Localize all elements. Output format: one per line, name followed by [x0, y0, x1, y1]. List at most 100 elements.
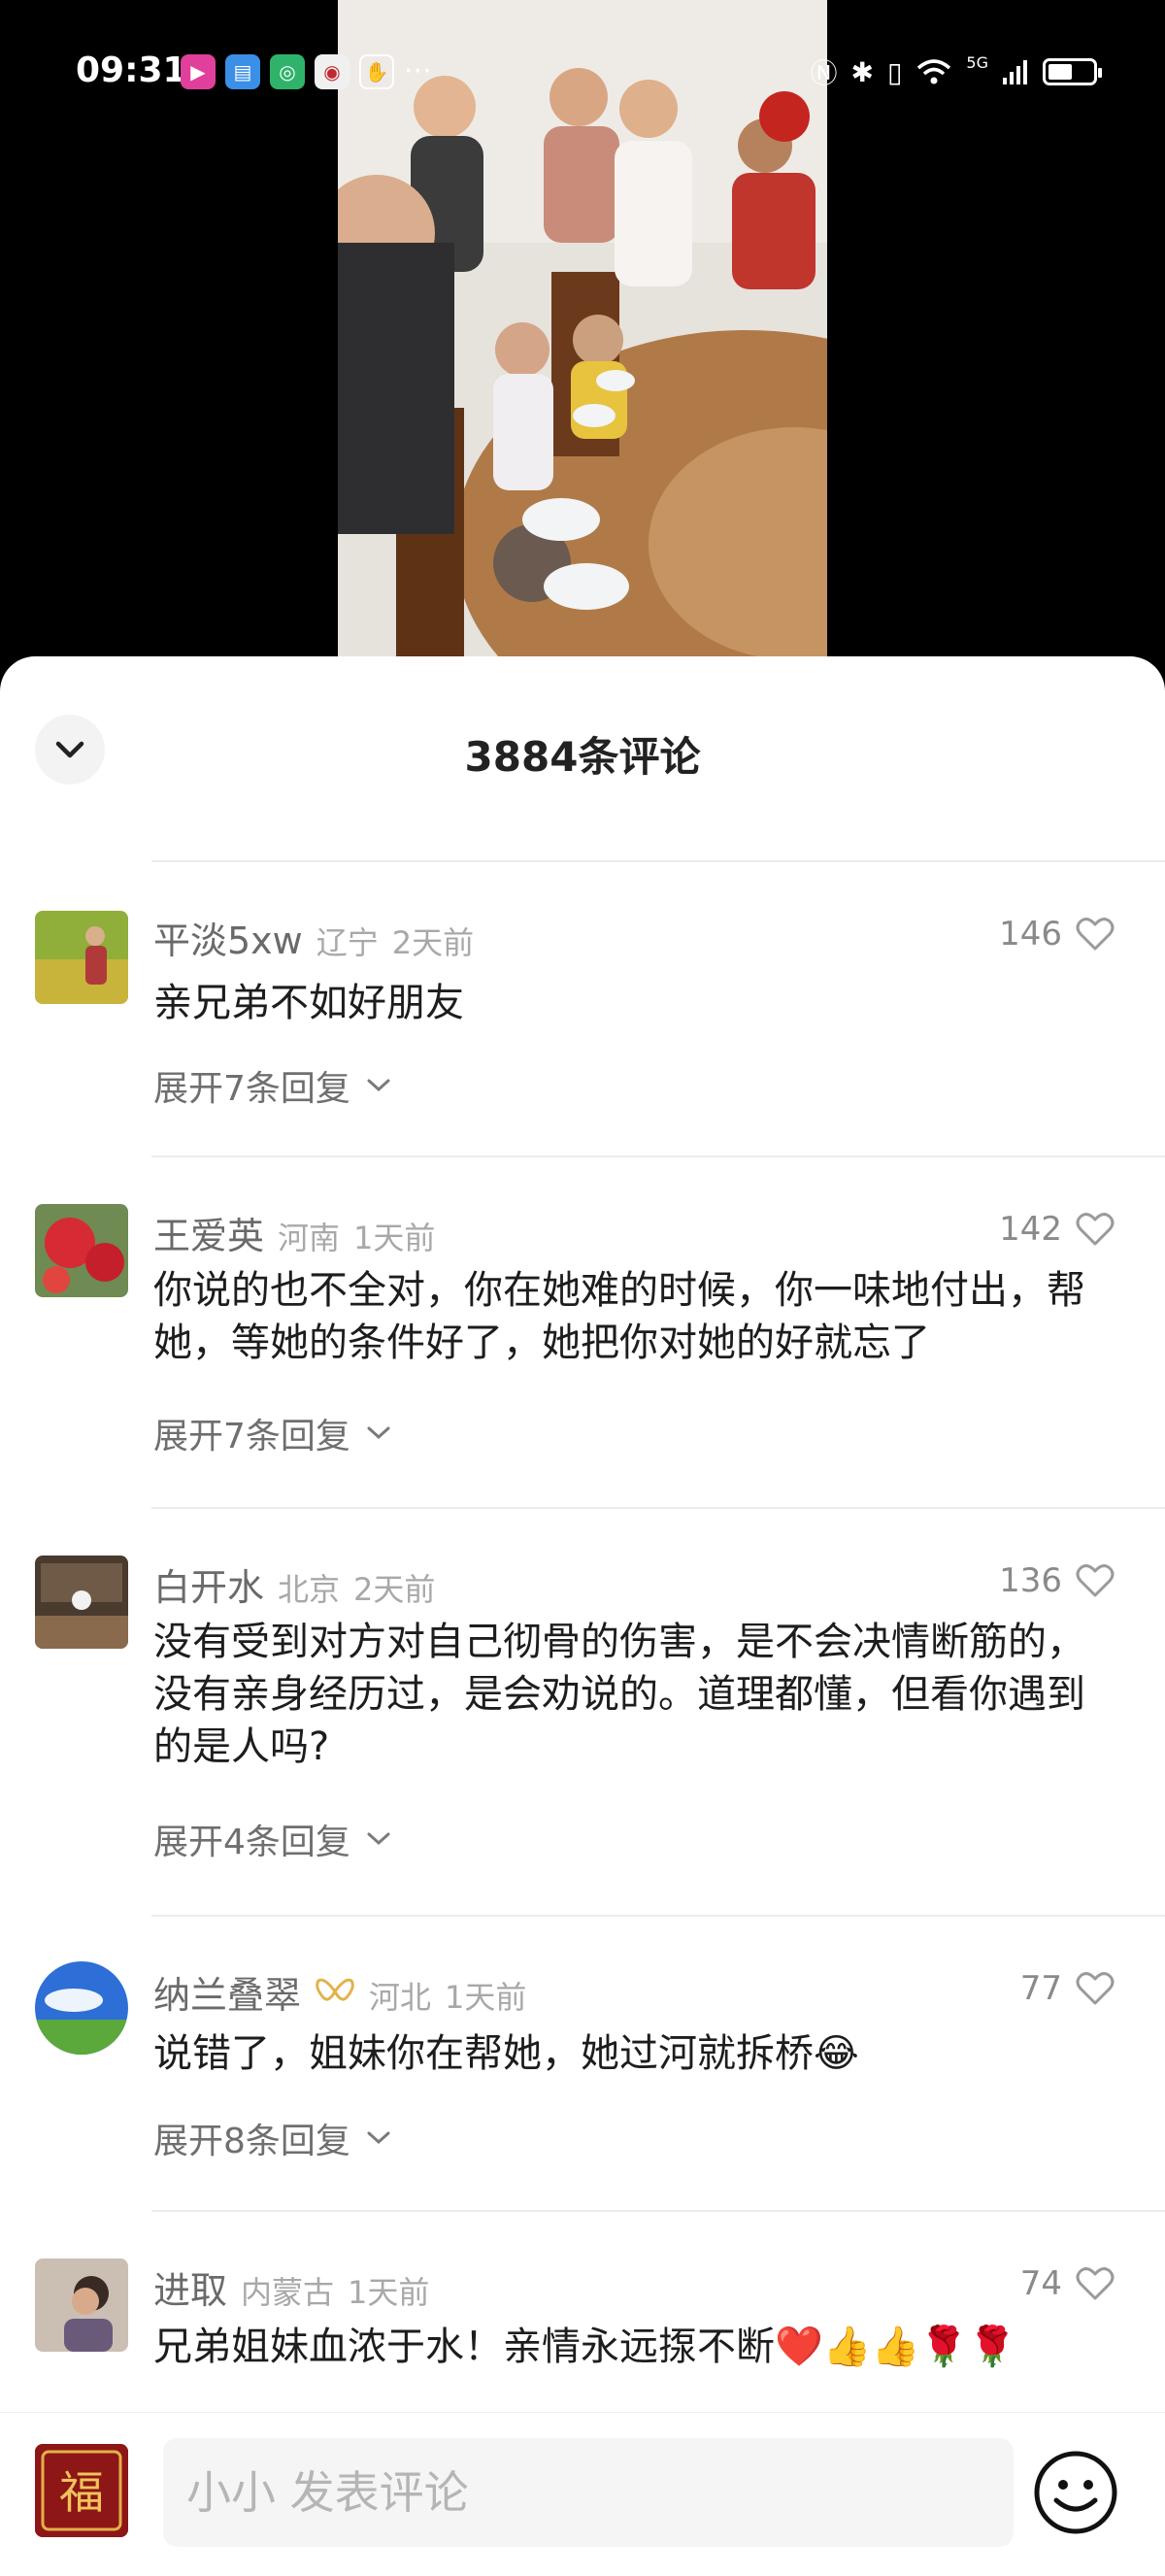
expand-replies-button[interactable]: 展开4条回复 — [153, 1814, 391, 1864]
status-time: 09:31 — [76, 50, 187, 90]
like-control[interactable]: 146 — [999, 915, 1115, 953]
comment-item: 白开水 北京 2天前 136 没有受到对方对自己彻骨的伤害，是不会决情断筋的，没… — [0, 1507, 1165, 1915]
comment-divider — [151, 860, 1165, 862]
comment-time: 2天前 — [353, 1571, 436, 1608]
emoji-icon — [1034, 2451, 1117, 2534]
like-count: 136 — [999, 1561, 1062, 1600]
heart-icon[interactable] — [1076, 1563, 1115, 1598]
comment-text: 兄弟姐妹血浓于水！亲情永远揼不断❤️👍👍🌹🌹 — [153, 2325, 1017, 2369]
comment-meta: 王爱英 河南 1天前 — [153, 1206, 435, 1259]
expand-replies-button[interactable]: 展开7条回复 — [153, 1060, 391, 1111]
comment-composer-bar: 福 — [0, 2412, 1165, 2576]
username[interactable]: 平淡5xw — [153, 911, 303, 964]
avatar-image — [35, 1556, 128, 1649]
comment-item: 纳兰叠翠 河北 1天前 77 说错了，姐妹你在帮她，她过河就拆桥😂 展开8条回复 — [0, 1915, 1165, 2210]
reader-app-icon: ▤ — [225, 54, 260, 89]
comment-input[interactable] — [163, 2438, 1014, 2547]
sheet-header: 3884条评论 — [0, 656, 1165, 860]
comment-item: 王爱英 河南 1天前 142 你说的也不全对，你在她难的时候，你一味地付出，帮她… — [0, 1155, 1165, 1505]
bluetooth-icon: ✱ — [850, 55, 874, 88]
avatar-image — [35, 1961, 128, 2055]
user-badge-icon — [316, 1978, 354, 2001]
comment-meta: 白开水 北京 2天前 — [153, 1557, 435, 1611]
avatar-fu-text: 福 — [59, 2466, 104, 2519]
comment-meta: 进取 内蒙古 1天前 — [153, 2260, 429, 2314]
expand-replies-button[interactable]: 展开8条回复 — [153, 2113, 391, 2163]
nfc-icon: Ⓝ — [810, 57, 838, 89]
battery-icon — [1043, 58, 1102, 85]
comment-divider — [151, 1507, 1165, 1509]
avatar-image — [35, 2258, 128, 2352]
emoji-button[interactable] — [1029, 2446, 1122, 2539]
status-indicators: Ⓝ ✱ ▯ 5G — [810, 52, 1102, 91]
my-avatar[interactable]: 福 — [35, 2444, 128, 2537]
comment-item: 进取 内蒙古 1天前 74 兄弟姐妹血浓于水！亲情永远揼不断❤️👍👍🌹🌹 — [0, 2210, 1165, 2414]
like-count: 142 — [999, 1210, 1062, 1249]
username[interactable]: 白开水 — [153, 1557, 264, 1611]
like-count: 74 — [1019, 2264, 1062, 2303]
comment-time: 1天前 — [445, 1979, 527, 2016]
avatar[interactable] — [35, 1204, 128, 1297]
status-bar: 09:31 ▶ ▤ ◎ ◉ ✋ ··· Ⓝ ✱ ▯ 5G — [0, 0, 1165, 146]
network-type: 5G — [966, 52, 988, 72]
expand-replies-button[interactable]: 展开7条回复 — [153, 1408, 391, 1458]
heart-icon[interactable] — [1076, 2266, 1115, 2301]
username[interactable]: 王爱英 — [153, 1206, 264, 1259]
comment-time: 1天前 — [348, 2274, 430, 2311]
comment-divider — [151, 1915, 1165, 1917]
avatar[interactable] — [35, 1961, 128, 2055]
user-region: 内蒙古 — [241, 2274, 335, 2311]
vibrate-icon: ▯ — [887, 55, 903, 88]
comment-divider — [151, 2210, 1165, 2212]
user-region: 北京 — [278, 1571, 341, 1608]
user-region: 河北 — [369, 1979, 432, 2016]
like-count: 146 — [999, 915, 1062, 953]
heart-icon[interactable] — [1076, 1971, 1115, 2006]
hand-app-icon: ✋ — [359, 54, 394, 89]
like-control[interactable]: 142 — [999, 1210, 1115, 1249]
expand-replies-label: 展开8条回复 — [153, 2122, 350, 2161]
like-control[interactable]: 77 — [1020, 1969, 1115, 2008]
like-control[interactable]: 74 — [1020, 2264, 1115, 2303]
more-notifications-icon: ··· — [404, 54, 432, 88]
signal-icon — [1003, 60, 1027, 84]
heart-icon[interactable] — [1076, 1212, 1115, 1247]
comment-text: 你说的也不全对，你在她难的时候，你一味地付出，帮她，等她的条件好了，她把你对她的… — [153, 1268, 1085, 1365]
comment-meta: 平淡5xw 辽宁 2天前 — [153, 911, 474, 964]
avatar-image — [35, 911, 128, 1004]
comment-time: 1天前 — [353, 1220, 436, 1256]
expand-replies-label: 展开7条回复 — [153, 1069, 350, 1109]
like-control[interactable]: 136 — [999, 1561, 1115, 1600]
comment-meta: 纳兰叠翠 河北 1天前 — [153, 1965, 526, 2019]
wifi-icon — [917, 59, 951, 84]
comment-item: 平淡5xw 辽宁 2天前 146 亲兄弟不如好朋友 展开7条回复 — [0, 860, 1165, 1152]
chevron-down-icon — [367, 1426, 390, 1440]
comment-time: 2天前 — [391, 924, 475, 961]
user-region: 河南 — [278, 1220, 341, 1256]
comment-text: 亲兄弟不如好朋友 — [153, 981, 464, 1025]
avatar[interactable] — [35, 911, 128, 1004]
video-app-icon: ▶ — [181, 54, 216, 89]
news-app-icon: ◉ — [315, 54, 350, 89]
comment-text: 说错了，姐妹你在帮她，她过河就拆桥😂 — [153, 2031, 859, 2076]
video-area[interactable]: 09:31 ▶ ▤ ◎ ◉ ✋ ··· Ⓝ ✱ ▯ 5G — [0, 0, 1165, 680]
comment-text: 没有受到对方对自己彻骨的伤害，是不会决情断筋的，没有亲身经历过，是会劝说的。道理… — [153, 1620, 1085, 1769]
heart-icon[interactable] — [1076, 917, 1115, 952]
avatar-image: 福 — [35, 2444, 128, 2537]
avatar-image — [35, 1204, 128, 1297]
username[interactable]: 纳兰叠翠 — [153, 1965, 301, 2019]
battery-level — [1048, 64, 1073, 80]
avatar[interactable] — [35, 1556, 128, 1649]
comment-divider — [151, 1155, 1165, 1157]
chevron-down-icon — [367, 1832, 390, 1846]
notification-icons: ▶ ▤ ◎ ◉ ✋ ··· — [181, 54, 432, 89]
browser-app-icon: ◎ — [270, 54, 305, 89]
comment-count-title: 3884条评论 — [464, 733, 701, 781]
expand-replies-label: 展开7条回复 — [153, 1417, 350, 1456]
chevron-down-icon — [367, 2131, 390, 2145]
username[interactable]: 进取 — [153, 2260, 227, 2314]
avatar[interactable] — [35, 2258, 128, 2352]
chevron-down-icon — [367, 1079, 390, 1092]
expand-replies-label: 展开4条回复 — [153, 1823, 350, 1862]
comment-sheet: 3884条评论 平淡5xw 辽宁 2天前 146 亲兄弟不如好朋友 展开7条回复 — [0, 656, 1165, 2575]
